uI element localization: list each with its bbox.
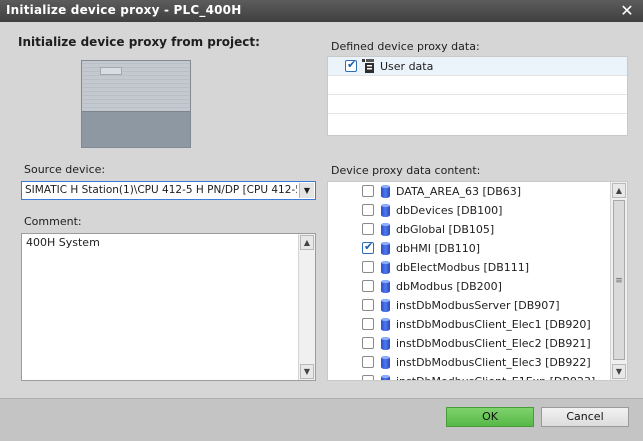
comment-label: Comment: <box>24 215 82 228</box>
defined-proxy-row-user-data[interactable]: User data <box>328 57 627 76</box>
comment-textarea[interactable]: 400H System ▲ ▼ <box>21 233 316 381</box>
item-name: instDbModbusClient_Elec1 [DB920] <box>396 318 591 331</box>
database-icon <box>381 299 390 312</box>
title-bar: Initialize device proxy - PLC_400H ✕ <box>0 0 643 22</box>
item-checkbox[interactable] <box>362 299 374 311</box>
cancel-button[interactable]: Cancel <box>541 407 629 427</box>
item-name: DATA_AREA_63 [DB63] <box>396 185 522 198</box>
item-name: instDbModbusServer [DB907] <box>396 299 560 312</box>
database-icon <box>381 280 390 293</box>
source-device-select[interactable]: SIMATIC H Station(1)\CPU 412-5 H PN/DP [… <box>21 181 316 200</box>
defined-proxy-label: Defined device proxy data: <box>331 40 480 53</box>
item-checkbox[interactable] <box>362 185 374 197</box>
user-data-checkbox[interactable] <box>345 58 357 72</box>
comment-scrollbar[interactable]: ▲ ▼ <box>298 234 315 380</box>
database-icon <box>381 242 390 255</box>
list-item[interactable]: dbModbus [DB200] <box>328 277 611 296</box>
ok-button[interactable]: OK <box>446 407 534 427</box>
item-checkbox[interactable] <box>362 318 374 330</box>
list-item[interactable]: dbElectModbus [DB111] <box>328 258 611 277</box>
database-icon <box>381 375 390 380</box>
item-checkbox[interactable] <box>362 261 374 273</box>
device-image-top <box>82 61 190 111</box>
scroll-thumb[interactable]: ≡ <box>613 200 625 360</box>
item-name: dbHMI [DB110] <box>396 242 481 255</box>
window-title: Initialize device proxy - PLC_400H <box>6 3 242 17</box>
scroll-down-icon[interactable]: ▼ <box>300 364 314 379</box>
list-item[interactable]: dbGlobal [DB105] <box>328 220 611 239</box>
chevron-down-icon[interactable]: ▼ <box>299 183 314 198</box>
item-name: dbGlobal [DB105] <box>396 223 495 236</box>
item-checkbox[interactable] <box>362 375 374 380</box>
defined-proxy-row-empty <box>328 76 627 95</box>
database-icon <box>381 261 390 274</box>
item-checkbox[interactable] <box>362 240 374 254</box>
list-item[interactable]: instDbModbusClient_E1Exp [DB923] <box>328 372 611 380</box>
item-name: dbDevices [DB100] <box>396 204 503 217</box>
close-icon[interactable]: ✕ <box>617 1 637 21</box>
device-image-lid <box>100 67 122 75</box>
database-icon <box>381 318 390 331</box>
list-item[interactable]: dbDevices [DB100] <box>328 201 611 220</box>
item-name: dbElectModbus [DB111] <box>396 261 530 274</box>
device-image-bottom <box>82 111 190 147</box>
defined-proxy-row-empty <box>328 95 627 114</box>
comment-value: 400H System <box>26 236 100 249</box>
source-device-value: SIMATIC H Station(1)\CPU 412-5 H PN/DP [… <box>25 184 297 196</box>
list-item[interactable]: dbHMI [DB110] <box>328 239 611 258</box>
item-checkbox[interactable] <box>362 337 374 349</box>
defined-proxy-table: User data <box>327 56 628 136</box>
scroll-up-icon[interactable]: ▲ <box>300 235 314 250</box>
defined-proxy-row-empty <box>328 114 627 133</box>
database-icon <box>381 356 390 369</box>
list-item[interactable]: instDbModbusClient_Elec2 [DB921] <box>328 334 611 353</box>
item-name: instDbModbusClient_Elec2 [DB921] <box>396 337 591 350</box>
item-name: instDbModbusClient_Elec3 [DB922] <box>396 356 591 369</box>
dialog-heading: Initialize device proxy from project: <box>18 35 260 49</box>
database-icon <box>381 204 390 217</box>
item-checkbox[interactable] <box>362 356 374 368</box>
source-device-label: Source device: <box>24 163 106 176</box>
list-item[interactable]: instDbModbusClient_Elec1 [DB920] <box>328 315 611 334</box>
database-icon <box>381 223 390 236</box>
list-item[interactable]: instDbModbusServer [DB907] <box>328 296 611 315</box>
list-item[interactable]: instDbModbusClient_Elec3 [DB922] <box>328 353 611 372</box>
blocks-icon <box>362 59 374 73</box>
item-name: instDbModbusClient_E1Exp [DB923] <box>396 375 595 380</box>
scroll-up-icon[interactable]: ▲ <box>612 183 626 198</box>
proxy-content-scrollbar[interactable]: ▲ ≡ ▼ <box>610 182 627 380</box>
user-data-label: User data <box>380 60 434 73</box>
database-icon <box>381 185 390 198</box>
item-name: dbModbus [DB200] <box>396 280 502 293</box>
device-image <box>81 60 191 148</box>
proxy-content-label: Device proxy data content: <box>331 164 481 177</box>
item-checkbox[interactable] <box>362 204 374 216</box>
proxy-content-list: DATA_AREA_63 [DB63] dbDevices [DB100] dbGl… <box>327 181 628 381</box>
item-checkbox[interactable] <box>362 280 374 292</box>
list-item[interactable]: DATA_AREA_63 [DB63] <box>328 182 611 201</box>
item-checkbox[interactable] <box>362 223 374 235</box>
database-icon <box>381 337 390 350</box>
scroll-down-icon[interactable]: ▼ <box>612 364 626 379</box>
